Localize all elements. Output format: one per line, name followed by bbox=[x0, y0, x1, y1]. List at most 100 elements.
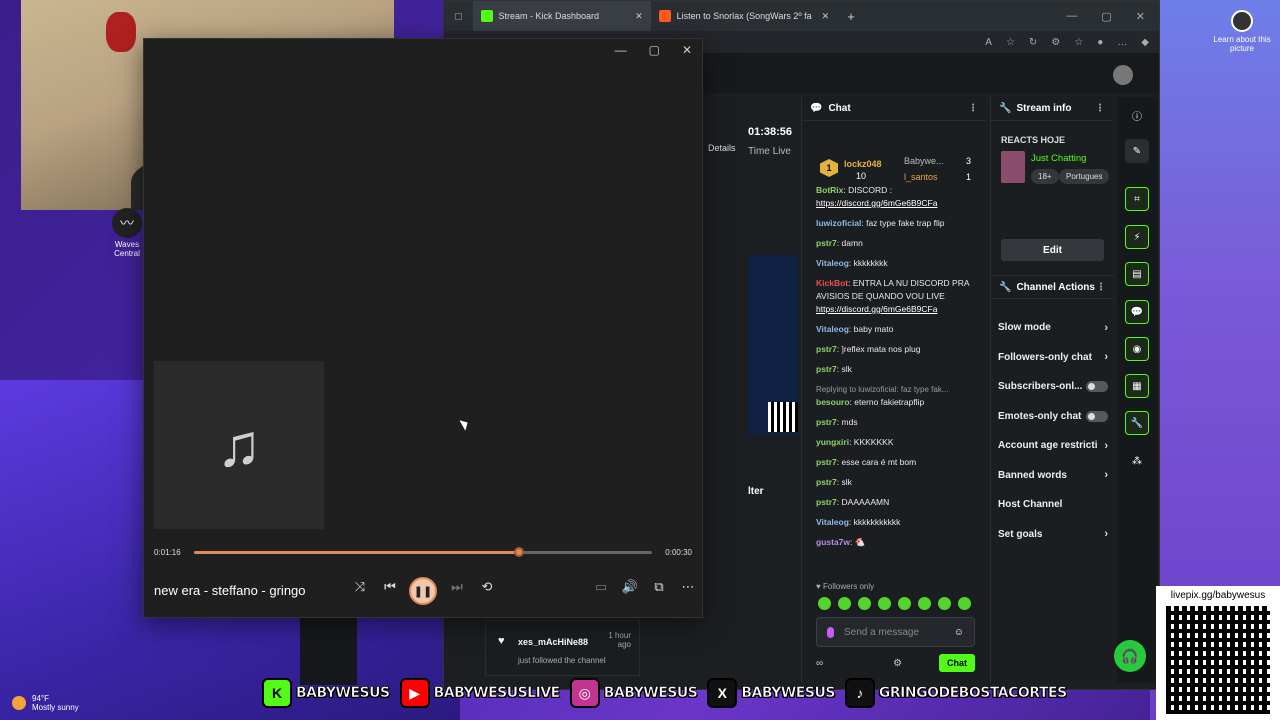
seek-bar[interactable] bbox=[194, 547, 652, 557]
read-aloud-icon[interactable]: A bbox=[985, 37, 992, 48]
stream-category[interactable]: Just Chatting bbox=[1031, 153, 1086, 164]
action-account-age[interactable]: Account age restricti › bbox=[998, 431, 1108, 461]
chat-send-button[interactable]: Chat bbox=[939, 654, 975, 672]
chat-username[interactable]: yungxiri bbox=[816, 437, 849, 447]
close-icon[interactable]: ✕ bbox=[1136, 10, 1145, 23]
edit-stream-button[interactable]: Edit bbox=[1001, 239, 1104, 261]
chat-message: BotRix: DISCORD : https://discord.gg/6mGe… bbox=[816, 185, 938, 208]
stream-info-menu-icon[interactable]: ⋮ bbox=[1095, 103, 1105, 114]
chat-username[interactable]: pstr7 bbox=[816, 364, 837, 374]
details-tab[interactable]: Details bbox=[708, 143, 736, 153]
emote[interactable] bbox=[918, 597, 931, 610]
refresh-icon[interactable]: ↻ bbox=[1029, 37, 1037, 48]
close-icon[interactable]: ✕ bbox=[682, 43, 692, 57]
chat-username[interactable]: gusta7w bbox=[816, 537, 850, 547]
chat-username[interactable]: pstr7 bbox=[816, 238, 837, 248]
emote[interactable] bbox=[838, 597, 851, 610]
taskbar-weather[interactable]: 94°F Mostly sunny bbox=[12, 694, 79, 712]
nodes-icon[interactable]: ⁂ bbox=[1125, 449, 1149, 473]
broadcast-icon[interactable]: ◉ bbox=[1125, 337, 1149, 361]
extensions-icon[interactable]: ⚙ bbox=[1051, 37, 1060, 48]
chat-username[interactable]: besouro bbox=[816, 397, 850, 407]
tab-kick-dashboard[interactable]: Stream - Kick Dashboard ✕ bbox=[472, 1, 651, 31]
favorite-icon[interactable]: ☆ bbox=[1006, 37, 1015, 48]
emote[interactable] bbox=[898, 597, 911, 610]
info-icon[interactable]: ⓘ bbox=[1125, 103, 1149, 127]
next-icon[interactable]: ⏭ bbox=[447, 579, 467, 595]
chat-username[interactable]: Vitaleog bbox=[816, 324, 849, 334]
tab-snorlax[interactable]: Listen to Snorlax (SongWars 2º fa ✕ bbox=[651, 1, 838, 31]
media-player-window: — ▢ ✕ ♫ 0:01:16 0:00:30 new era - steffa… bbox=[143, 38, 703, 618]
scan-icon[interactable]: ⌗ bbox=[1125, 187, 1149, 211]
emote[interactable] bbox=[878, 597, 891, 610]
tab-close-icon[interactable]: ✕ bbox=[635, 11, 643, 22]
chat-username[interactable]: Vitaleog bbox=[816, 258, 849, 268]
emote[interactable] bbox=[818, 597, 831, 610]
new-tab-icon[interactable]: + bbox=[837, 9, 865, 24]
repeat-icon[interactable]: ⟲ bbox=[477, 579, 497, 595]
action-followers-only[interactable]: Followers-only chat › bbox=[998, 343, 1108, 373]
seek-handle[interactable] bbox=[514, 547, 525, 557]
channel-actions-menu-icon[interactable]: ⋮ bbox=[1096, 282, 1106, 293]
chat-username[interactable]: luwizoficial bbox=[816, 218, 861, 228]
action-set-goals[interactable]: Set goals › bbox=[998, 520, 1108, 550]
follower-name[interactable]: xes_mAcHiNe88 bbox=[518, 637, 588, 647]
wrench-tool-icon[interactable]: 🔧 bbox=[1125, 411, 1149, 435]
shuffle-icon[interactable]: ⤨ bbox=[350, 579, 370, 595]
copilot-icon[interactable]: ◆ bbox=[1141, 37, 1149, 48]
chat-username[interactable]: pstr7 bbox=[816, 497, 837, 507]
previous-icon[interactable]: ⏮ bbox=[380, 579, 400, 595]
subscribers-only-toggle[interactable] bbox=[1086, 381, 1108, 393]
mic-icon[interactable] bbox=[827, 626, 834, 638]
learn-about-picture[interactable]: Learn about this picture bbox=[1212, 10, 1272, 53]
chat-username[interactable]: BotRix bbox=[816, 185, 843, 195]
chat-username[interactable]: pstr7 bbox=[816, 477, 837, 487]
maximize-icon[interactable]: ▢ bbox=[1101, 10, 1111, 23]
chat-username[interactable]: pstr7 bbox=[816, 417, 837, 427]
action-host-channel[interactable]: Host Channel bbox=[998, 490, 1108, 520]
edit-icon[interactable]: ✎ bbox=[1125, 139, 1149, 163]
pause-button[interactable]: ❚❚ bbox=[409, 577, 437, 605]
chat-username[interactable]: pstr7 bbox=[816, 457, 837, 467]
collections-icon[interactable]: ☆ bbox=[1074, 37, 1083, 48]
chat-menu-icon[interactable]: ⋮ bbox=[968, 103, 978, 114]
chat-username[interactable]: Vitaleog bbox=[816, 517, 849, 527]
action-subscribers-only[interactable]: Subscribers-onl... bbox=[998, 372, 1108, 402]
volume-icon[interactable]: 🔊 bbox=[620, 579, 640, 595]
profile-icon[interactable]: ● bbox=[1097, 37, 1103, 48]
minimize-icon[interactable]: — bbox=[615, 43, 627, 57]
bolt-icon[interactable]: ⚡ bbox=[1125, 225, 1149, 249]
tab-close-icon[interactable]: ✕ bbox=[822, 11, 830, 22]
action-slow-mode[interactable]: Slow mode › bbox=[998, 313, 1108, 343]
chat-bubble-icon[interactable]: 💬 bbox=[1125, 300, 1149, 324]
emoji-picker-icon[interactable]: ☺ bbox=[954, 627, 964, 638]
emotes-only-toggle[interactable] bbox=[1086, 410, 1108, 422]
desktop-icon-waves-central[interactable]: 〰 Waves Central bbox=[106, 208, 148, 258]
action-banned-words[interactable]: Banned words › bbox=[998, 461, 1108, 491]
action-emotes-only[interactable]: Emotes-only chat bbox=[998, 402, 1108, 432]
cast-icon[interactable]: ▭ bbox=[591, 579, 611, 595]
mini-player-icon[interactable]: ⧉ bbox=[649, 579, 669, 595]
song-title: new era - steffano - gringo bbox=[154, 583, 306, 598]
emote[interactable] bbox=[958, 597, 971, 610]
chat-message-input[interactable]: Send a message ☺ bbox=[816, 617, 975, 647]
maximize-icon[interactable]: ▢ bbox=[649, 43, 660, 57]
infinity-icon[interactable]: ∞ bbox=[816, 658, 823, 669]
more-icon[interactable]: … bbox=[1117, 37, 1127, 48]
minimize-icon[interactable]: — bbox=[1066, 10, 1077, 23]
webcam-bag bbox=[106, 12, 136, 52]
headset-icon[interactable]: 🎧 bbox=[1114, 640, 1146, 672]
chat-link[interactable]: https://discord.gg/6mGe6B9CFa bbox=[816, 198, 937, 208]
social-handle: GRINGODEBOSTACORTES bbox=[878, 685, 1068, 702]
emote[interactable] bbox=[858, 597, 871, 610]
chat-settings-icon[interactable]: ⚙ bbox=[893, 658, 902, 669]
emote[interactable] bbox=[938, 597, 951, 610]
chat-username[interactable]: pstr7 bbox=[816, 344, 837, 354]
layout-icon[interactable]: ▦ bbox=[1125, 374, 1149, 398]
tab-actions-icon[interactable]: ▢ bbox=[444, 11, 473, 22]
more-options-icon[interactable]: ⋯ bbox=[678, 579, 698, 595]
chat-link[interactable]: https://discord.gg/6mGe6B9CFa bbox=[816, 304, 937, 314]
chat-username[interactable]: KickBot bbox=[816, 278, 848, 288]
avatar[interactable] bbox=[1113, 65, 1133, 85]
document-icon[interactable]: ▤ bbox=[1125, 262, 1149, 286]
